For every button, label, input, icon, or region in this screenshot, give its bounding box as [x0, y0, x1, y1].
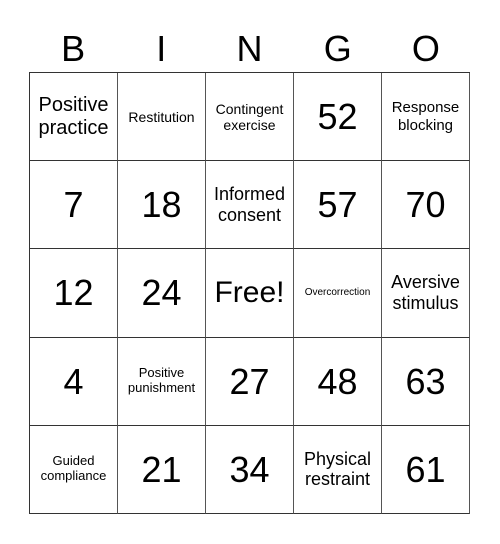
- bingo-cell[interactable]: 63: [382, 337, 470, 426]
- bingo-cell[interactable]: 7: [30, 161, 118, 250]
- bingo-cell[interactable]: Guided compliance: [30, 425, 118, 514]
- bingo-cell[interactable]: 12: [30, 249, 118, 338]
- bingo-cell[interactable]: 27: [206, 337, 294, 426]
- bingo-cell[interactable]: Response blocking: [382, 73, 470, 162]
- bingo-cell[interactable]: 18: [118, 161, 206, 250]
- bingo-cell[interactable]: Positive punishment: [118, 337, 206, 426]
- bingo-cell[interactable]: 61: [382, 425, 470, 514]
- bingo-header: B I N G O: [29, 26, 470, 72]
- bingo-cell[interactable]: 24: [118, 249, 206, 338]
- free-space-cell[interactable]: Free!: [206, 249, 294, 338]
- bingo-cell[interactable]: Physical restraint: [294, 425, 382, 514]
- bingo-cell[interactable]: 70: [382, 161, 470, 250]
- bingo-cell[interactable]: 34: [206, 425, 294, 514]
- bingo-cell[interactable]: 21: [118, 425, 206, 514]
- bingo-cell[interactable]: 52: [294, 73, 382, 162]
- header-letter-o: O: [411, 28, 440, 69]
- header-letter-i: I: [156, 28, 167, 69]
- bingo-cell[interactable]: 57: [294, 161, 382, 250]
- header-letter-g: G: [323, 28, 352, 69]
- bingo-cell[interactable]: 48: [294, 337, 382, 426]
- bingo-grid: Positive practice Restitution Contingent…: [29, 72, 470, 514]
- bingo-cell[interactable]: Overcorrection: [294, 249, 382, 338]
- bingo-cell[interactable]: Informed consent: [206, 161, 294, 250]
- bingo-cell[interactable]: 4: [30, 337, 118, 426]
- header-letter-b: B: [61, 28, 86, 69]
- bingo-cell[interactable]: Aversive stimulus: [382, 249, 470, 338]
- header-letter-n: N: [236, 28, 263, 69]
- bingo-cell[interactable]: Contingent exercise: [206, 73, 294, 162]
- bingo-cell[interactable]: Restitution: [118, 73, 206, 162]
- bingo-cell[interactable]: Positive practice: [30, 73, 118, 162]
